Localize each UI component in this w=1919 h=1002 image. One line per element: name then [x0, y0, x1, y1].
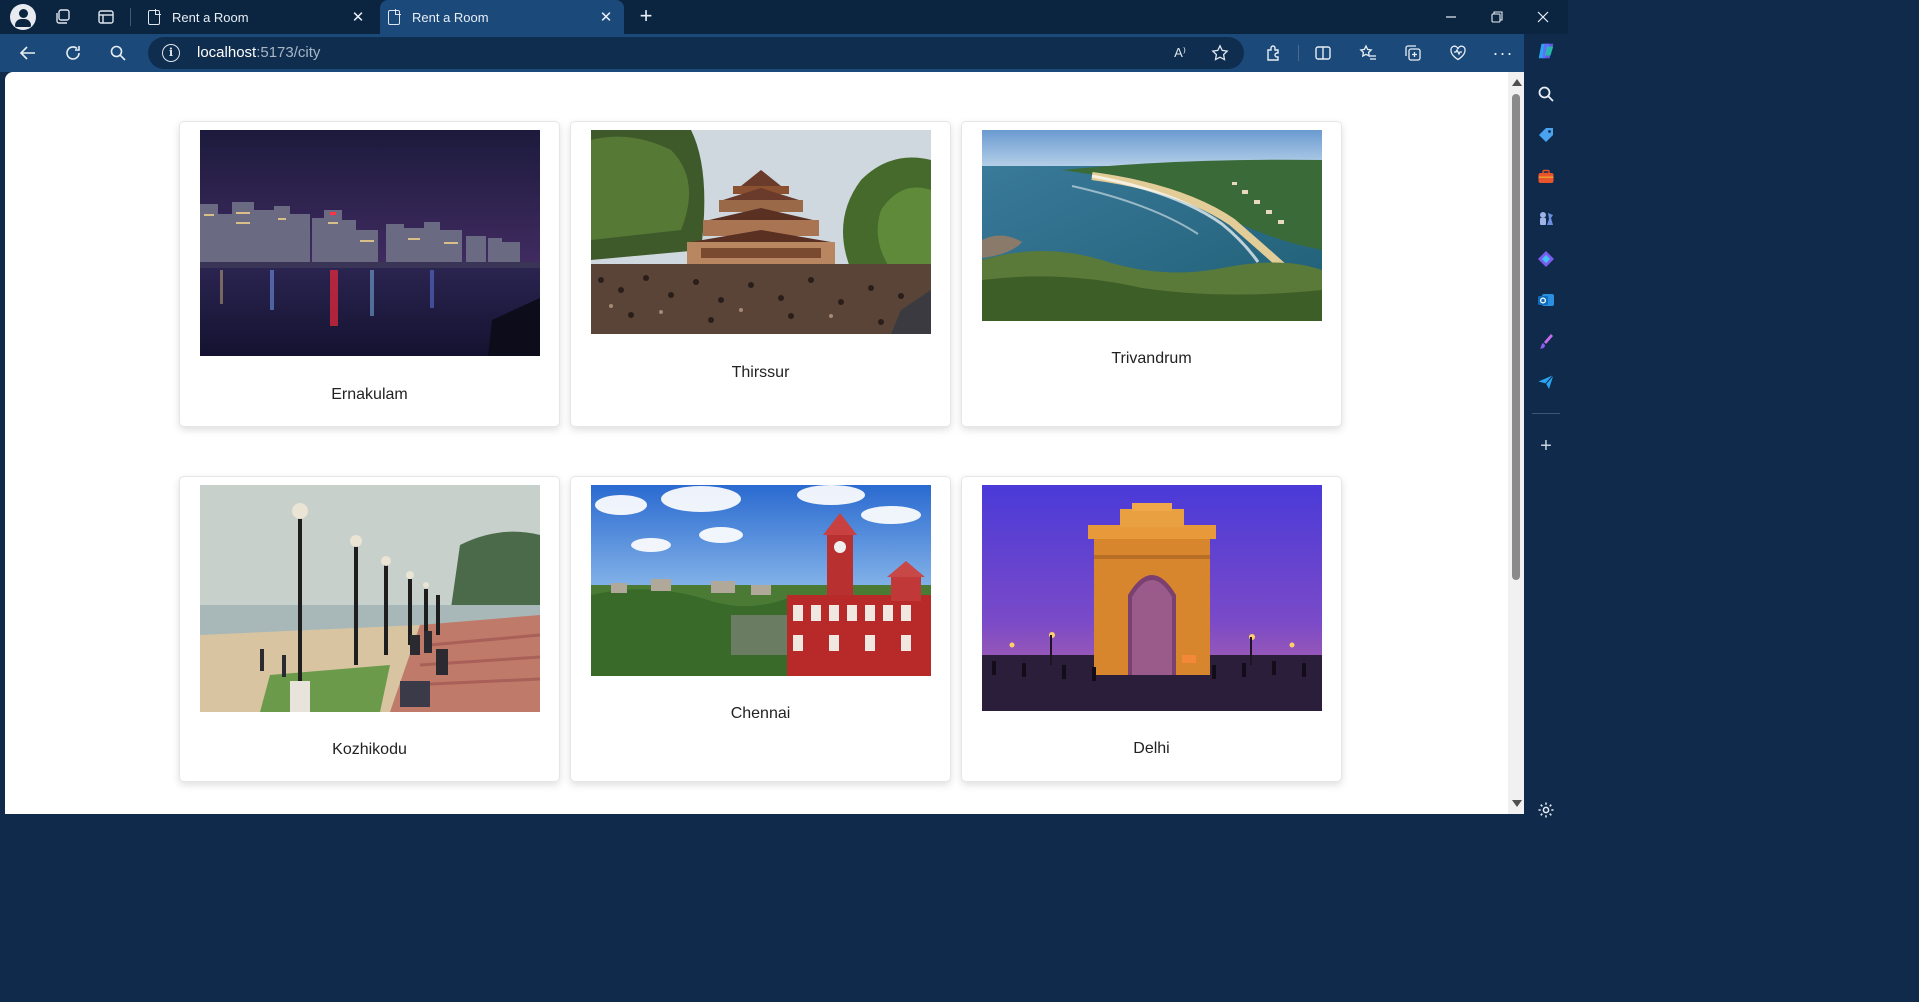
- city-name: Trivandrum: [1111, 350, 1192, 367]
- page-viewport: Ernakulam Thirssur Trivandrum Kozhikodu …: [5, 72, 1508, 814]
- tools-briefcase-icon[interactable]: [1536, 167, 1556, 187]
- page-icon: [388, 9, 401, 25]
- edge-sidebar: +: [1524, 34, 1568, 819]
- coastal-beach-bay-icon: [982, 130, 1322, 321]
- sidebar-divider: [1532, 413, 1560, 414]
- browser-essentials-icon[interactable]: [1446, 41, 1470, 65]
- copilot-designer-icon[interactable]: [1536, 249, 1556, 269]
- scrollbar-thumb[interactable]: [1512, 94, 1520, 580]
- site-info-icon[interactable]: i: [162, 44, 180, 62]
- night-city-waterfront-icon: [200, 130, 540, 356]
- tab-actions-icon[interactable]: [96, 7, 116, 27]
- back-arrow-icon[interactable]: [16, 41, 40, 65]
- shopping-tag-icon[interactable]: [1536, 125, 1556, 145]
- city-card-chennai[interactable]: Chennai: [570, 476, 951, 782]
- settings-gear-icon[interactable]: [1536, 800, 1556, 820]
- favorites-icon[interactable]: [1356, 41, 1380, 65]
- india-gate-dusk-icon: [982, 485, 1322, 711]
- city-card-delhi[interactable]: Delhi: [961, 476, 1342, 782]
- collections-icon[interactable]: [1401, 41, 1425, 65]
- city-name: Chennai: [730, 705, 791, 722]
- tab-label: Rent a Room: [412, 9, 489, 25]
- add-sidebar-app-icon[interactable]: +: [1536, 435, 1556, 457]
- games-chess-icon[interactable]: [1536, 208, 1556, 228]
- read-aloud-icon[interactable]: A⁾: [1170, 43, 1190, 63]
- window-bottom-edge: [0, 814, 1524, 819]
- city-name: Kozhikodu: [332, 741, 407, 758]
- scroll-up-arrow-icon[interactable]: [1512, 79, 1522, 86]
- more-options-icon[interactable]: ···: [1491, 41, 1515, 65]
- beach-promenade-lamps-icon: [200, 485, 540, 712]
- city-name: Delhi: [1133, 740, 1170, 757]
- city-card-ernakulam[interactable]: Ernakulam: [179, 121, 560, 427]
- refresh-icon[interactable]: [61, 41, 85, 65]
- city-name: Thirssur: [731, 364, 790, 381]
- url-text[interactable]: localhost:5173/city: [197, 44, 320, 61]
- page-icon: [148, 9, 161, 25]
- minimize-icon[interactable]: [1431, 4, 1471, 30]
- close-window-icon[interactable]: [1523, 4, 1563, 30]
- tab-label: Rent a Room: [172, 9, 249, 25]
- tab-rent-a-room-2[interactable]: Rent a Room ✕: [380, 0, 624, 34]
- city-grid: Ernakulam Thirssur Trivandrum Kozhikodu …: [179, 121, 1342, 782]
- send-plane-icon[interactable]: [1536, 372, 1556, 392]
- split-screen-icon[interactable]: [1311, 41, 1335, 65]
- city-card-trivandrum[interactable]: Trivandrum: [961, 121, 1342, 427]
- page-scrollbar[interactable]: [1508, 72, 1524, 814]
- red-heritage-building-icon: [591, 485, 931, 676]
- browser-toolbar: i localhost:5173/city A⁾ ···: [0, 34, 1524, 72]
- search-icon[interactable]: [1536, 84, 1556, 104]
- city-card-kozhikodu[interactable]: Kozhikodu: [179, 476, 560, 782]
- designer-brush-icon[interactable]: [1536, 331, 1556, 351]
- favorite-star-icon[interactable]: [1210, 43, 1230, 63]
- address-bar[interactable]: i localhost:5173/city A⁾: [148, 37, 1244, 69]
- extensions-icon[interactable]: [1262, 41, 1286, 65]
- temple-festival-crowd-icon: [591, 130, 931, 334]
- close-tab-icon[interactable]: ✕: [348, 7, 368, 27]
- workspaces-icon[interactable]: [53, 7, 73, 27]
- new-tab-icon[interactable]: +: [634, 5, 658, 29]
- city-name: Ernakulam: [331, 386, 408, 403]
- title-bar: Rent a Room ✕ Rent a Room ✕ +: [0, 0, 1568, 34]
- scroll-down-arrow-icon[interactable]: [1512, 800, 1522, 807]
- copilot-icon[interactable]: [1536, 41, 1556, 61]
- restore-icon[interactable]: [1477, 4, 1517, 30]
- city-card-thirssur[interactable]: Thirssur: [570, 121, 951, 427]
- profile-avatar-icon[interactable]: [10, 4, 36, 30]
- search-icon[interactable]: [106, 41, 130, 65]
- outlook-icon[interactable]: [1536, 290, 1556, 310]
- close-tab-icon[interactable]: ✕: [596, 7, 616, 27]
- tab-rent-a-room-1[interactable]: Rent a Room ✕: [140, 0, 376, 34]
